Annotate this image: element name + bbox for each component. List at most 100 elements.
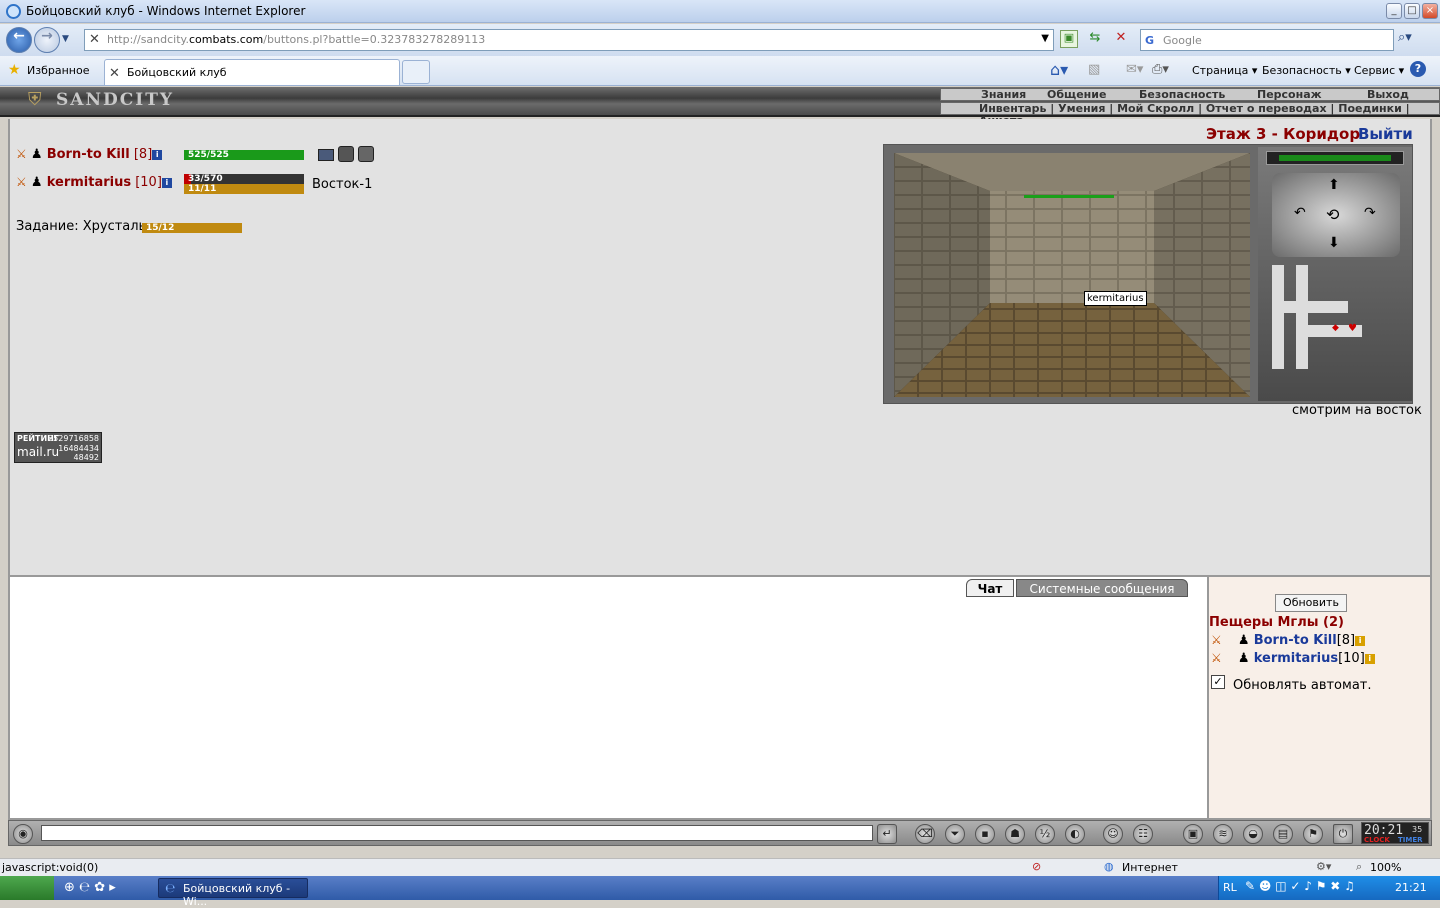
compat-view-icon[interactable]: ▣ bbox=[1060, 30, 1078, 48]
refresh-icon[interactable]: ⇆ bbox=[1086, 30, 1104, 48]
search-go-icon[interactable]: ⌕▾ bbox=[1398, 30, 1420, 50]
mailru-logo: mail.ru bbox=[17, 445, 60, 459]
back-button[interactable]: ← bbox=[6, 27, 32, 53]
online-user-name[interactable]: Born-to Kill bbox=[1254, 633, 1337, 648]
menu-character[interactable]: Персонаж bbox=[1257, 89, 1322, 101]
tools-menu[interactable]: Сервис ▾ bbox=[1354, 64, 1404, 77]
rating-value: 48492 bbox=[73, 453, 99, 462]
mana-text: 11/11 bbox=[188, 184, 217, 194]
tab-system-messages[interactable]: Системные сообщения bbox=[1016, 579, 1188, 597]
favorites-button[interactable]: Избранное bbox=[27, 64, 89, 77]
game-logo: SANDCITY bbox=[56, 90, 175, 110]
exit-icon[interactable]: ⏻ bbox=[1333, 824, 1353, 844]
info-icon[interactable]: i bbox=[152, 150, 163, 160]
flag-icon[interactable]: ⚑ bbox=[1303, 824, 1323, 844]
zoom-icon[interactable]: ⌕ bbox=[1356, 860, 1362, 874]
system-tray: RL ✎ ☻ ◫ ✓ ♪ ⚑ ✖ ♫ 21:21 bbox=[1218, 876, 1440, 900]
corridor-view[interactable]: kermitarius bbox=[894, 153, 1250, 397]
player-name[interactable]: Born-to Kill bbox=[47, 147, 130, 162]
dungeon-map bbox=[1272, 265, 1362, 369]
favorites-bar: ★ Избранное ✕ Бойцовский клуб ⌂▾ ▧ ✉▾ ⎙▾… bbox=[0, 56, 1440, 86]
taskbar-app-button[interactable]: ℮ Бойцовский клуб - Wi... bbox=[158, 878, 308, 908]
protected-mode-icon[interactable]: ⚙▾ bbox=[1316, 860, 1331, 873]
status-text: javascript:void(0) bbox=[2, 861, 99, 874]
chat-input[interactable] bbox=[41, 825, 873, 841]
arrow-up-icon[interactable]: ⬆ bbox=[1328, 177, 1340, 193]
info-icon[interactable]: i bbox=[1364, 654, 1375, 664]
refresh-view-icon[interactable]: ⟲ bbox=[1326, 205, 1339, 224]
hp-bar-track: 525/525 bbox=[184, 150, 304, 160]
stop-icon[interactable]: ✕ bbox=[1112, 30, 1130, 48]
smiley-icon[interactable]: ☺ bbox=[1103, 824, 1123, 844]
scroll-icon[interactable]: ≋ bbox=[1213, 824, 1233, 844]
minimap-panel: ⬆ ⬇ ↶ ↷ ⟲ ◆ ♥ bbox=[1258, 147, 1412, 401]
tab-active[interactable]: ✕ Бойцовский клуб bbox=[104, 59, 400, 85]
effect-scroll-icon bbox=[318, 149, 334, 161]
turn-left-icon[interactable]: ↶ bbox=[1294, 205, 1306, 221]
home-icon[interactable]: ⌂▾ bbox=[1050, 60, 1068, 79]
refresh-button[interactable]: Обновить bbox=[1275, 594, 1347, 612]
help-icon[interactable]: ? bbox=[1410, 61, 1426, 77]
hp-text: 33/570 bbox=[188, 174, 223, 184]
attack-icon[interactable]: ⚔ bbox=[16, 147, 27, 161]
start-button[interactable] bbox=[0, 876, 54, 900]
maximize-button[interactable]: □ bbox=[1404, 3, 1420, 19]
feeds-icon[interactable]: ▧ bbox=[1088, 62, 1100, 77]
clear-icon[interactable]: ⌫ bbox=[915, 824, 935, 844]
menu-security[interactable]: Безопасность bbox=[1139, 89, 1225, 101]
attack-icon[interactable]: ⚔ bbox=[1211, 651, 1222, 665]
mask-icon[interactable]: ◒ bbox=[1243, 824, 1263, 844]
quicklaunch-icons[interactable]: ⊕ ℮ ✿ ▸ bbox=[64, 880, 116, 895]
zoom-level[interactable]: 100% bbox=[1370, 861, 1401, 874]
favorites-star-icon[interactable]: ★ bbox=[8, 62, 21, 78]
page-menu[interactable]: Страница ▾ bbox=[1192, 64, 1257, 77]
player-name[interactable]: kermitarius bbox=[47, 175, 131, 190]
fraction-icon[interactable]: ½ bbox=[1035, 824, 1055, 844]
fighter-icon[interactable]: ☗ bbox=[1005, 824, 1025, 844]
safety-menu[interactable]: Безопасность ▾ bbox=[1262, 64, 1351, 77]
close-button[interactable]: × bbox=[1422, 3, 1438, 19]
bag-icon[interactable]: ▣ bbox=[1183, 824, 1203, 844]
turn-right-icon[interactable]: ↷ bbox=[1364, 205, 1376, 221]
menu-exit[interactable]: Выход bbox=[1367, 89, 1409, 101]
chat-mode-icon[interactable]: ◉ bbox=[13, 824, 33, 844]
google-icon: G bbox=[1145, 34, 1155, 47]
send-icon[interactable]: ↵ bbox=[877, 824, 897, 844]
tray-icons[interactable]: ✎ ☻ ◫ ✓ ♪ ⚑ ✖ ♫ bbox=[1245, 879, 1355, 893]
menu-knowledge[interactable]: Знания bbox=[981, 89, 1026, 101]
privacy-icon[interactable]: ⊘ bbox=[1032, 860, 1041, 873]
info-icon[interactable]: i bbox=[1355, 636, 1366, 646]
compass-control[interactable]: ⬆ ⬇ ↶ ↷ ⟲ bbox=[1272, 173, 1400, 257]
arrow-down-icon[interactable]: ⬇ bbox=[1328, 235, 1340, 251]
language-indicator[interactable]: RL bbox=[1223, 881, 1237, 894]
forward-button[interactable]: → bbox=[34, 27, 60, 53]
history-dropdown-icon[interactable]: ▼ bbox=[62, 34, 69, 44]
menu-communication[interactable]: Общение bbox=[1047, 89, 1106, 101]
game-clock: 20:21 35 CLOCK TIMER bbox=[1361, 822, 1429, 844]
filter-icon[interactable]: ⏷ bbox=[945, 824, 965, 844]
lock-icon[interactable]: ▤ bbox=[1273, 824, 1293, 844]
security-zone: Интернет bbox=[1122, 861, 1178, 874]
exit-link[interactable]: Выйти bbox=[1358, 125, 1413, 143]
attack-icon[interactable]: ⚔ bbox=[16, 175, 27, 189]
mail-icon[interactable]: ✉▾ bbox=[1126, 62, 1143, 77]
auto-refresh-checkbox[interactable]: ✓ bbox=[1211, 675, 1225, 689]
quest-label: Задание: Хрусталь bbox=[16, 219, 147, 234]
speed-icon[interactable]: ◐ bbox=[1065, 824, 1085, 844]
minimize-button[interactable]: _ bbox=[1386, 3, 1402, 19]
player-marker-icon: ◆ bbox=[1332, 323, 1339, 333]
chat-panel[interactable]: Чат Системные сообщения bbox=[8, 575, 1208, 820]
rating-value: 2529716858 bbox=[48, 434, 99, 443]
search-input[interactable]: G Google bbox=[1140, 29, 1394, 51]
online-user-name[interactable]: kermitarius bbox=[1254, 651, 1338, 666]
print-icon[interactable]: ⎙▾ bbox=[1152, 62, 1169, 77]
address-dropdown-icon[interactable]: ▼ bbox=[1041, 33, 1049, 44]
group-icon[interactable]: ☷ bbox=[1133, 824, 1153, 844]
info-icon[interactable]: i bbox=[161, 178, 172, 188]
attack-icon[interactable]: ⚔ bbox=[1211, 633, 1222, 647]
save-icon[interactable]: ▪ bbox=[975, 824, 995, 844]
tab-chat[interactable]: Чат bbox=[966, 579, 1014, 597]
rating-counter[interactable]: РЕЙТИНГ 2529716858 16484434 48492 mail.r… bbox=[14, 432, 102, 463]
address-bar[interactable]: ✕ http://sandcity.combats.com/buttons.pl… bbox=[84, 29, 1054, 51]
new-tab-button[interactable] bbox=[402, 60, 430, 84]
